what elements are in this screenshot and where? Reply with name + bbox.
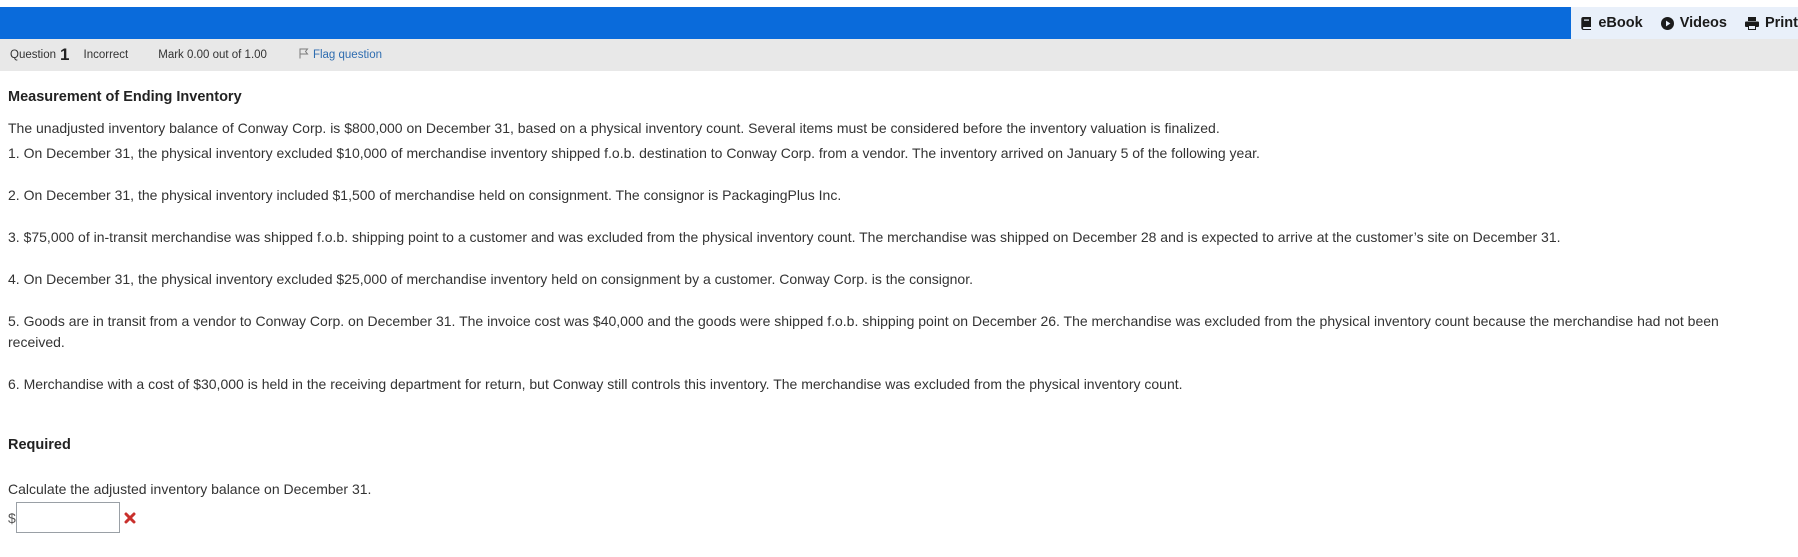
printer-icon [1744,16,1759,30]
ebook-button[interactable]: eBook [1581,15,1643,31]
question-state: Incorrect [83,49,129,61]
videos-label: Videos [1679,15,1727,31]
currency-symbol: $ [8,509,16,526]
toolbox: eBook Videos Print [1571,7,1798,39]
print-label: Print [1764,15,1798,31]
required-heading: Required [8,437,71,453]
list-item-5: 5. Goods are in transit from a vendor to… [8,313,1719,350]
ebook-label: eBook [1598,15,1643,31]
list-item-4: 4. On December 31, the physical inventor… [8,271,973,287]
list-item-6: 6. Merchandise with a cost of $30,000 is… [8,376,1183,392]
videos-button[interactable]: Videos [1660,15,1727,31]
adjusted-inventory-input[interactable] [15,502,120,533]
question-title: Measurement of Ending Inventory [8,89,242,105]
list-item-1: 1. On December 31, the physical inventor… [8,145,1260,161]
play-circle-icon [1660,16,1674,30]
flag-icon [299,48,309,62]
answer-row: $ [8,502,136,533]
question-info-bar: Question 1 Incorrect Mark 0.00 out of 1.… [0,39,1798,71]
question-label: Question [10,49,57,61]
question-mark: Mark 0.00 out of 1.00 [158,49,267,61]
list-item-3: 3. $75,000 of in-transit merchandise was… [8,229,1561,245]
question-number: 1 [60,45,70,64]
flag-question-link[interactable]: Flag question [299,48,382,62]
question-intro: The unadjusted inventory balance of Conw… [8,120,1220,136]
x-mark-icon [124,512,136,524]
book-icon [1581,16,1592,30]
header-bar: eBook Videos Print [0,7,1798,39]
flag-question-label: Flag question [312,49,382,61]
list-item-2: 2. On December 31, the physical inventor… [8,187,842,203]
calculation-prompt: Calculate the adjusted inventory balance… [8,481,372,497]
print-button[interactable]: Print [1744,15,1798,31]
